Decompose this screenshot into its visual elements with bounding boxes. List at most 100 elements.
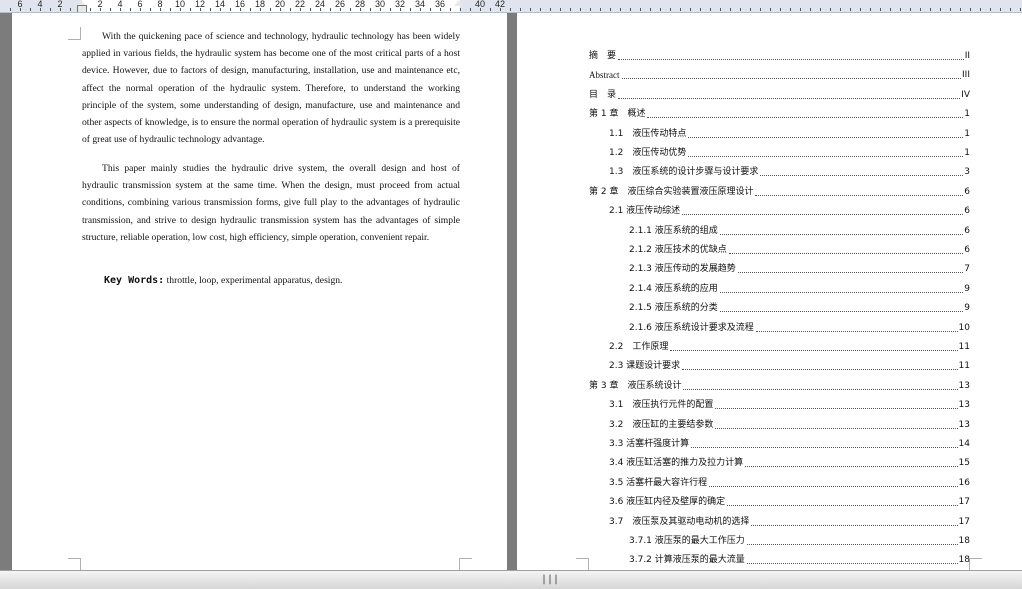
toc-entry[interactable]: 3.6 液压缸内径及壁厚的确定 17 [609,494,970,510]
keywords-line[interactable]: Key Words: throttle, loop, experimental … [104,275,342,286]
abstract-paragraph-1[interactable]: With the quickening pace of science and … [82,28,460,148]
toc-entry[interactable]: 2.3 课题设计要求 11 [609,358,970,374]
toc-entry-page: 7 [964,264,970,275]
toc-entry[interactable]: 2.1.4 液压系统的应用 9 [629,281,970,297]
ruler-tick [580,8,581,11]
toc-entry[interactable]: 2.1 液压传动综述 6 [609,203,970,219]
ruler-tick [170,8,171,11]
toc-entry[interactable]: 第 3 章 液压系统设计 13 [589,378,970,394]
right-indent-marker[interactable] [454,0,464,6]
ruler-tick [540,8,541,11]
ruler-tick [120,8,121,11]
ruler-tick [590,8,591,11]
ruler-tick [10,8,11,11]
ruler-tick [490,8,491,11]
ruler-tick [280,8,281,11]
left-page[interactable]: With the quickening pace of science and … [12,13,507,570]
toc-entry[interactable]: 3.7.1 液压泵的最大工作压力 18 [629,533,970,549]
toc-entry[interactable]: 2.1.1 液压系统的组成 6 [629,223,970,239]
ruler-tick [320,8,321,11]
ruler-tick [940,8,941,11]
ruler-tick [30,8,31,11]
ruler-tick [130,8,131,11]
toc-entry-title: 2.1.2 液压技术的优缺点 [629,245,727,255]
left-indent-box[interactable] [77,5,87,12]
ruler-tick [970,8,971,11]
keywords-text: throttle, loop, experimental apparatus, … [166,275,343,286]
toc-entry[interactable]: 第 1 章 概述 1 [589,106,970,122]
ruler-tick [110,8,111,11]
toc-entry-page: 1 [964,148,970,158]
toc-entry[interactable]: 2.1.3 液压传动的发展趋势 7 [629,261,970,277]
scroll-grip-icon[interactable]: ||| [541,574,559,585]
ruler-tick [710,8,711,11]
toc-entry[interactable]: 2.1.5 液压系统的分类 9 [629,300,970,316]
ruler-tick [690,8,691,11]
ruler-tick [480,8,481,11]
ruler-tick [290,8,291,11]
toc-entry[interactable]: 3.5 活塞杆最大容许行程 16 [609,475,970,491]
toc-entry-title: 3.1 液压执行元件的配置 [609,400,714,411]
toc-entry[interactable]: 3.3 活塞杆强度计算 14 [609,436,970,452]
ruler-tick [370,8,371,11]
toc-entry-page: 6 [964,245,970,255]
toc-entry-title: 2.3 课题设计要求 [609,361,681,372]
ruler-tick [750,8,751,11]
ruler-tick [70,8,71,11]
toc-entry[interactable]: 2.2 工作原理 11 [609,339,970,355]
toc-entry[interactable]: 3.7.2 计算液压泵的最大流量 18 [629,552,970,568]
ruler-tick [450,8,451,11]
ruler-tick [420,8,421,11]
toc-entry[interactable]: 1.3 液压系统的设计步骤与设计要求 3 [609,164,970,180]
toc-entry-page: 17 [958,516,970,527]
toc-dot-leader [755,193,964,196]
page-corner-mark [576,558,589,570]
toc-entry[interactable]: 1.1 液压传动特点 1 [609,126,970,142]
ruler-tick [560,8,561,11]
page-corner-mark [459,558,472,570]
ruler-tick [400,8,401,11]
toc-entry-page: 16 [958,477,970,488]
toc-entry[interactable]: 目 录 IV [589,87,970,103]
toc-dot-leader [691,445,958,448]
ruler-tick [500,8,501,11]
toc-dot-leader [683,387,958,390]
ruler-tick [620,8,621,11]
toc-entry-page: IV [961,89,970,100]
ruler-tick [920,8,921,11]
horizontal-scrollbar[interactable]: ||| [0,570,1022,589]
ruler-tick [190,8,191,11]
ruler-tick [360,8,361,11]
toc-entry[interactable]: 摘 要 II [589,48,970,64]
ruler-tick [220,8,221,11]
toc-entry-title: 摘 要 [589,51,617,61]
toc-entry[interactable]: 3.7 液压泵及其驱动电动机的选择 17 [609,514,970,530]
toc-dot-leader [715,406,958,410]
right-page[interactable]: 摘 要 II Abstract III 目 录 IV 第 1 章 概述 1 1.1 液压传动特点… [517,13,1022,570]
ruler-tick [830,8,831,11]
toc-entry[interactable]: 第 2 章 液压综合实验装置液压原理设计 6 [589,184,970,200]
toc-dot-leader [688,154,964,157]
ruler-tick [900,8,901,11]
toc-entry[interactable]: 1.2 液压传动优势 1 [609,145,970,161]
toc-entry-page: 6 [964,225,970,236]
toc-entry[interactable]: 3.1 液压执行元件的配置 13 [609,397,970,413]
ruler-tick [300,8,301,11]
ruler-tick [670,8,671,11]
toc-entry-title: 2.2 工作原理 [609,342,669,352]
toc-entry-title: 2.1.5 液压系统的分类 [629,303,718,314]
toc-entry-page: II [964,51,970,61]
horizontal-ruler[interactable]: 6 4 2 2 4 6 8 10 12 14 16 18 20 22 24 26 28 30 32 34 36 40 42 [0,0,1022,13]
ruler-tick [960,8,961,11]
toc-entry[interactable]: 2.1.2 液压技术的优缺点 6 [629,242,970,258]
ruler-tick [230,8,231,11]
keywords-label: Key Words: [104,275,165,286]
toc-entry[interactable]: 3.4 液压缸活塞的推力及拉力计算 15 [609,455,970,471]
toc-entry-page: 6 [964,186,970,197]
toc-entry[interactable]: 3.2 液压缸的主要结参数 13 [609,417,970,433]
abstract-paragraph-2[interactable]: This paper mainly studies the hydraulic … [82,160,460,246]
toc-entry-page: 1 [964,128,970,139]
toc-entry[interactable]: Abstract III [589,67,970,83]
ruler-tick [140,8,141,11]
toc-entry[interactable]: 2.1.6 液压系统设计要求及流程 10 [629,320,970,336]
